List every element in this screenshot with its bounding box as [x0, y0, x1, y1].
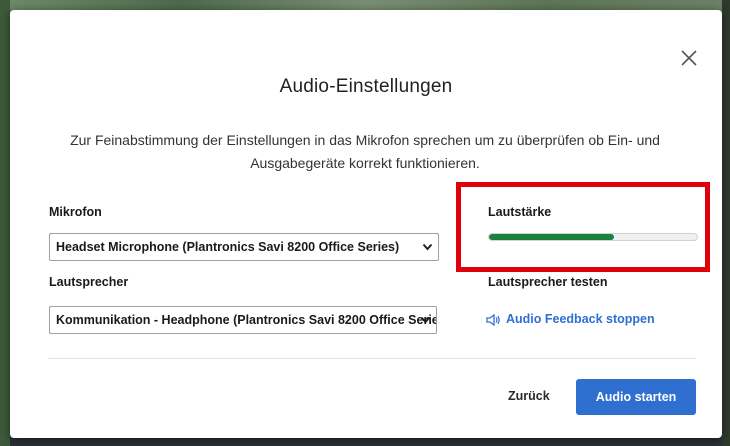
speaker-select[interactable]: Kommunikation - Headphone (Plantronics S…: [49, 306, 437, 334]
speaker-label: Lautsprecher: [49, 275, 129, 289]
chevron-down-icon: [420, 316, 431, 324]
microphone-label: Mikrofon: [49, 205, 102, 219]
speaker-icon: [486, 313, 500, 327]
dialog-title: Audio-Einstellungen: [279, 76, 453, 97]
chevron-down-icon: [422, 243, 433, 251]
back-button[interactable]: Zurück: [508, 389, 550, 403]
background-left: [0, 0, 10, 446]
microphone-select[interactable]: Headset Microphone (Plantronics Savi 820…: [49, 233, 439, 261]
highlight-box: [456, 182, 710, 272]
start-audio-button[interactable]: Audio starten: [576, 379, 696, 415]
background-right: [722, 0, 730, 446]
dialog-description: Zur Feinabstimmung der Einstellungen in …: [70, 132, 660, 171]
speaker-test-label: Lautsprecher testen: [488, 275, 608, 289]
speaker-select-value: Kommunikation - Headphone (Plantronics S…: [56, 313, 437, 327]
microphone-select-value: Headset Microphone (Plantronics Savi 820…: [56, 240, 400, 254]
close-icon: [681, 50, 697, 66]
close-button[interactable]: [678, 47, 700, 69]
audio-feedback-stop-button[interactable]: Audio Feedback stoppen: [506, 312, 655, 326]
footer-divider: [48, 358, 696, 359]
